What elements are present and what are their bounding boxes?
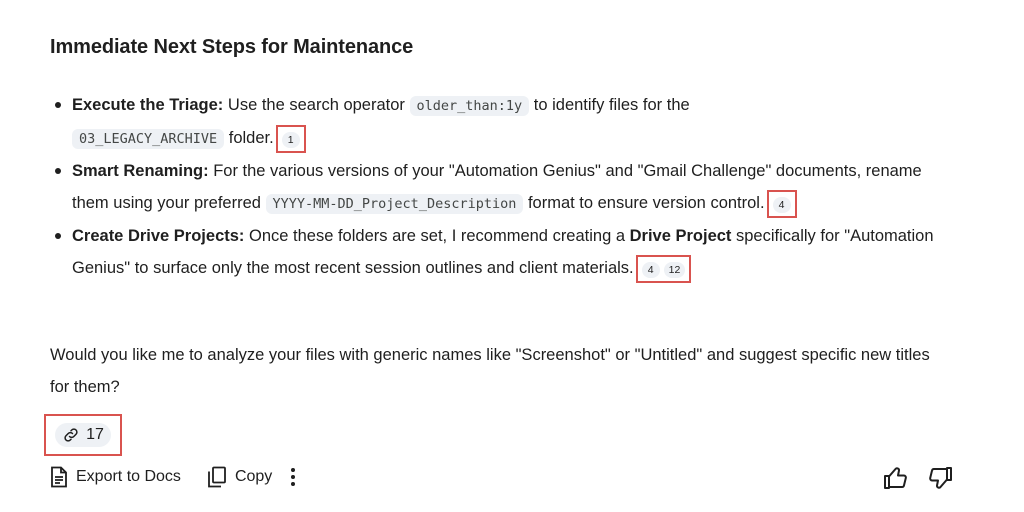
- feedback-buttons: [883, 466, 953, 490]
- more-options-button[interactable]: [290, 467, 296, 487]
- bullet-dot: [55, 102, 61, 108]
- more-vert-icon: [290, 467, 296, 487]
- bullet-dot: [55, 168, 61, 174]
- thumb-up-icon: [883, 466, 909, 490]
- link-icon: [62, 426, 80, 444]
- thumb-down-button[interactable]: [927, 466, 953, 490]
- citation-group: 4: [766, 189, 797, 218]
- step-title: Smart Renaming:: [72, 162, 209, 180]
- step-text: Use the search operator: [223, 96, 410, 114]
- citation-chip[interactable]: 1: [281, 131, 300, 148]
- citation-group: 4 12: [635, 254, 692, 283]
- follow-up-question: Would you like me to analyze your files …: [50, 346, 930, 396]
- code-snippet: older_than:1y: [409, 96, 530, 116]
- list-item: Smart Renaming: For the various versions…: [52, 155, 962, 220]
- step-title: Execute the Triage:: [72, 96, 224, 114]
- response-actions: Export to Docs Copy: [50, 466, 296, 488]
- export-to-docs-button[interactable]: Export to Docs: [50, 466, 181, 488]
- copy-button[interactable]: Copy: [207, 466, 272, 488]
- step-text: folder.: [224, 129, 274, 147]
- citation-chip[interactable]: 4: [772, 196, 791, 213]
- inline-bold: Drive Project: [629, 227, 732, 245]
- response-heading: Immediate Next Steps for Maintenance: [50, 36, 414, 58]
- step-text: format to ensure version control.: [523, 194, 765, 212]
- step-title: Create Drive Projects:: [72, 227, 245, 245]
- sources-button[interactable]: 17: [55, 423, 111, 447]
- export-label: Export to Docs: [76, 468, 181, 485]
- sources-count: 17: [86, 426, 104, 443]
- bullet-dot: [55, 233, 61, 239]
- citation-group: 1: [275, 124, 306, 153]
- thumb-down-icon: [927, 466, 953, 490]
- document-icon: [50, 466, 68, 488]
- copy-label: Copy: [234, 468, 273, 485]
- step-text: Once these folders are set, I recommend …: [244, 227, 630, 245]
- thumb-up-button[interactable]: [883, 466, 909, 490]
- list-item: Execute the Triage: Use the search opera…: [52, 89, 962, 155]
- steps-list: Execute the Triage: Use the search opera…: [52, 89, 962, 284]
- citation-chip[interactable]: 12: [663, 261, 686, 278]
- code-snippet: 03_LEGACY_ARCHIVE: [72, 129, 225, 149]
- list-item: Create Drive Projects: Once these folder…: [52, 220, 962, 284]
- code-snippet: YYYY-MM-DD_Project_Description: [265, 194, 524, 214]
- sources-highlight: 17: [44, 414, 122, 456]
- step-text: to identify files for the: [529, 96, 690, 114]
- citation-chip[interactable]: 4: [641, 261, 660, 278]
- copy-icon: [207, 466, 227, 488]
